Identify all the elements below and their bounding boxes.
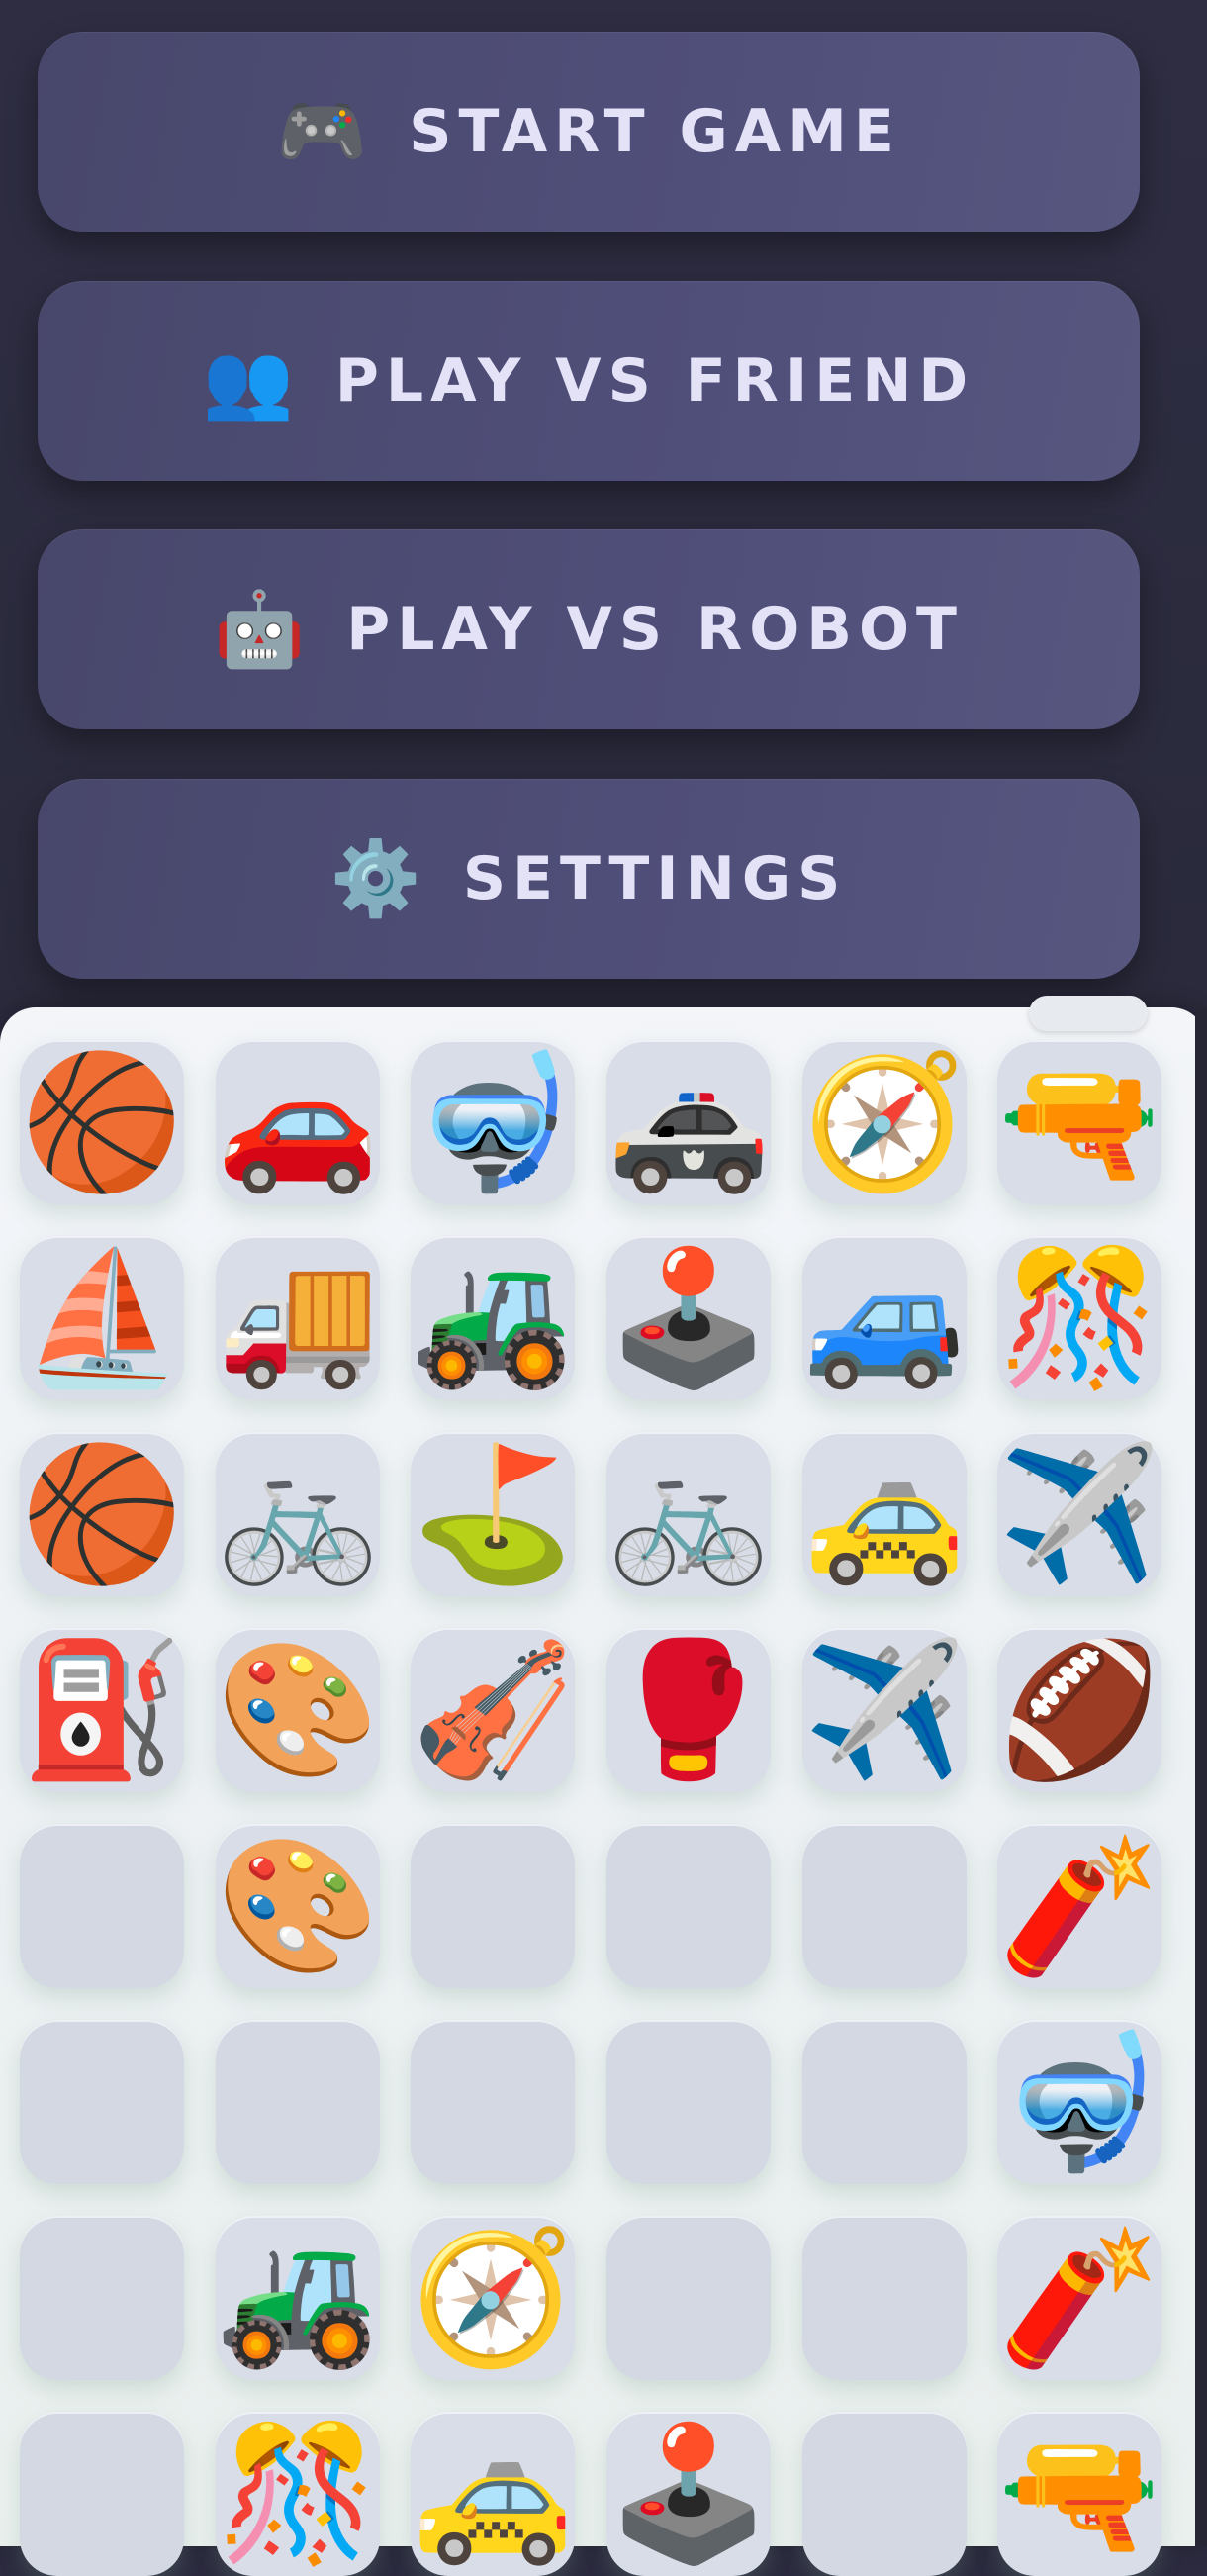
game-board: 🏀 🚗 🤿 🚓 🧭 🔫 ⛵ 🚚 🚜 🕹️ 🚙 🎊 🏀 🚲 ⛳ 🚲 🚕 ✈️ ⛽ 🎨 🎻 🥊 ✈️ 🏈 🎨 🧨 🤿 🚜 🧭 🧨 🎊 🚕 🕹️ 🔫 — [0, 1007, 1207, 2576]
fuel-pump-icon: ⛽ — [20, 1634, 184, 1786]
tile-water-pistol[interactable]: 🔫 — [997, 2412, 1161, 2576]
game-controller-icon: 🎮 — [276, 89, 368, 174]
airplane-icon: ✈️ — [997, 1438, 1161, 1590]
violin-icon: 🎻 — [411, 1634, 575, 1786]
taxi-icon: 🚕 — [802, 1438, 967, 1590]
tile-artist-palette[interactable]: 🎨 — [216, 1628, 380, 1792]
tile-empty[interactable] — [20, 2412, 184, 2576]
tile-bicycle[interactable]: 🚲 — [606, 1432, 771, 1596]
tile-compass[interactable]: 🧭 — [802, 1040, 967, 1204]
drag-handle[interactable] — [1029, 996, 1148, 1031]
tile-empty[interactable] — [411, 1824, 575, 1988]
tile-airplane[interactable]: ✈️ — [802, 1628, 967, 1792]
diving-mask-icon: 🤿 — [997, 2026, 1161, 2178]
play-vs-friend-button[interactable]: 👥 PLAY VS FRIEND — [38, 281, 1140, 481]
suv-icon: 🚙 — [802, 1242, 967, 1394]
confetti-icon: 🎊 — [216, 2418, 380, 2570]
settings-button[interactable]: ⚙️ SETTINGS — [38, 779, 1140, 979]
tile-water-pistol[interactable]: 🔫 — [997, 1040, 1161, 1204]
tile-artist-palette[interactable]: 🎨 — [216, 1824, 380, 1988]
tile-football[interactable]: 🏈 — [997, 1628, 1161, 1792]
tractor-icon: 🚜 — [216, 2222, 380, 2374]
joystick-icon: 🕹️ — [606, 1242, 771, 1394]
basketball-icon: 🏀 — [20, 1438, 184, 1590]
artist-palette-icon: 🎨 — [216, 1634, 380, 1786]
play-vs-robot-label: PLAY VS ROBOT — [346, 595, 964, 664]
gear-icon: ⚙️ — [329, 836, 421, 921]
tile-empty[interactable] — [802, 1824, 967, 1988]
play-vs-friend-label: PLAY VS FRIEND — [334, 346, 975, 416]
bicycle-icon: 🚲 — [606, 1438, 771, 1590]
golf-flag-icon: ⛳ — [411, 1438, 575, 1590]
compass-icon: 🧭 — [802, 1046, 967, 1198]
artist-palette-icon: 🎨 — [216, 1830, 380, 1982]
firecracker-icon: 🧨 — [997, 2222, 1161, 2374]
basketball-icon: 🏀 — [20, 1046, 184, 1198]
tile-empty[interactable] — [20, 1824, 184, 1988]
tile-firecracker[interactable]: 🧨 — [997, 1824, 1161, 1988]
car-icon: 🚗 — [216, 1046, 380, 1198]
tile-tractor[interactable]: 🚜 — [411, 1236, 575, 1400]
main-menu: 🎮 START GAME 👥 PLAY VS FRIEND 🤖 PLAY VS … — [0, 0, 1207, 1007]
tile-boxing-glove[interactable]: 🥊 — [606, 1628, 771, 1792]
tile-firecracker[interactable]: 🧨 — [997, 2216, 1161, 2380]
tile-sailboat[interactable]: ⛵ — [20, 1236, 184, 1400]
tile-diving-mask[interactable]: 🤿 — [411, 1040, 575, 1204]
board-edge — [1195, 1007, 1207, 2546]
football-icon: 🏈 — [997, 1634, 1161, 1786]
tile-airplane[interactable]: ✈️ — [997, 1432, 1161, 1596]
tile-joystick[interactable]: 🕹️ — [606, 2412, 771, 2576]
tile-empty[interactable] — [606, 1824, 771, 1988]
tile-empty[interactable] — [216, 2020, 380, 2184]
tile-delivery-truck[interactable]: 🚚 — [216, 1236, 380, 1400]
tile-confetti[interactable]: 🎊 — [997, 1236, 1161, 1400]
confetti-icon: 🎊 — [997, 1242, 1161, 1394]
tile-empty[interactable] — [606, 2020, 771, 2184]
tile-empty[interactable] — [411, 2020, 575, 2184]
firecracker-icon: 🧨 — [997, 1830, 1161, 1982]
tile-empty[interactable] — [802, 2412, 967, 2576]
tile-empty[interactable] — [802, 2216, 967, 2380]
tile-compass[interactable]: 🧭 — [411, 2216, 575, 2380]
police-car-icon: 🚓 — [606, 1046, 771, 1198]
play-vs-robot-button[interactable]: 🤖 PLAY VS ROBOT — [38, 529, 1140, 729]
tile-golf-flag[interactable]: ⛳ — [411, 1432, 575, 1596]
taxi-icon: 🚕 — [411, 2418, 575, 2570]
tile-suv[interactable]: 🚙 — [802, 1236, 967, 1400]
tile-confetti[interactable]: 🎊 — [216, 2412, 380, 2576]
tile-empty[interactable] — [802, 2020, 967, 2184]
tile-diving-mask[interactable]: 🤿 — [997, 2020, 1161, 2184]
tile-police-car[interactable]: 🚓 — [606, 1040, 771, 1204]
sailboat-icon: ⛵ — [20, 1242, 184, 1394]
water-pistol-icon: 🔫 — [997, 2418, 1161, 2570]
start-game-button[interactable]: 🎮 START GAME — [38, 32, 1140, 232]
tile-empty[interactable] — [20, 2216, 184, 2380]
friends-icon: 👥 — [202, 338, 294, 424]
water-pistol-icon: 🔫 — [997, 1046, 1161, 1198]
settings-label: SETTINGS — [462, 844, 848, 913]
tile-basketball[interactable]: 🏀 — [20, 1432, 184, 1596]
boxing-glove-icon: 🥊 — [606, 1634, 771, 1786]
airplane-icon: ✈️ — [802, 1634, 967, 1786]
tile-empty[interactable] — [20, 2020, 184, 2184]
tile-taxi[interactable]: 🚕 — [802, 1432, 967, 1596]
diving-mask-icon: 🤿 — [411, 1046, 575, 1198]
tile-joystick[interactable]: 🕹️ — [606, 1236, 771, 1400]
tile-violin[interactable]: 🎻 — [411, 1628, 575, 1792]
tile-fuel-pump[interactable]: ⛽ — [20, 1628, 184, 1792]
start-game-label: START GAME — [409, 97, 901, 166]
robot-icon: 🤖 — [214, 587, 306, 672]
tile-bicycle[interactable]: 🚲 — [216, 1432, 380, 1596]
tile-car[interactable]: 🚗 — [216, 1040, 380, 1204]
tractor-icon: 🚜 — [411, 1242, 575, 1394]
tile-taxi[interactable]: 🚕 — [411, 2412, 575, 2576]
tile-empty[interactable] — [606, 2216, 771, 2380]
delivery-truck-icon: 🚚 — [216, 1242, 380, 1394]
joystick-icon: 🕹️ — [606, 2418, 771, 2570]
bicycle-icon: 🚲 — [216, 1438, 380, 1590]
tile-basketball[interactable]: 🏀 — [20, 1040, 184, 1204]
tile-tractor[interactable]: 🚜 — [216, 2216, 380, 2380]
compass-icon: 🧭 — [411, 2222, 575, 2374]
